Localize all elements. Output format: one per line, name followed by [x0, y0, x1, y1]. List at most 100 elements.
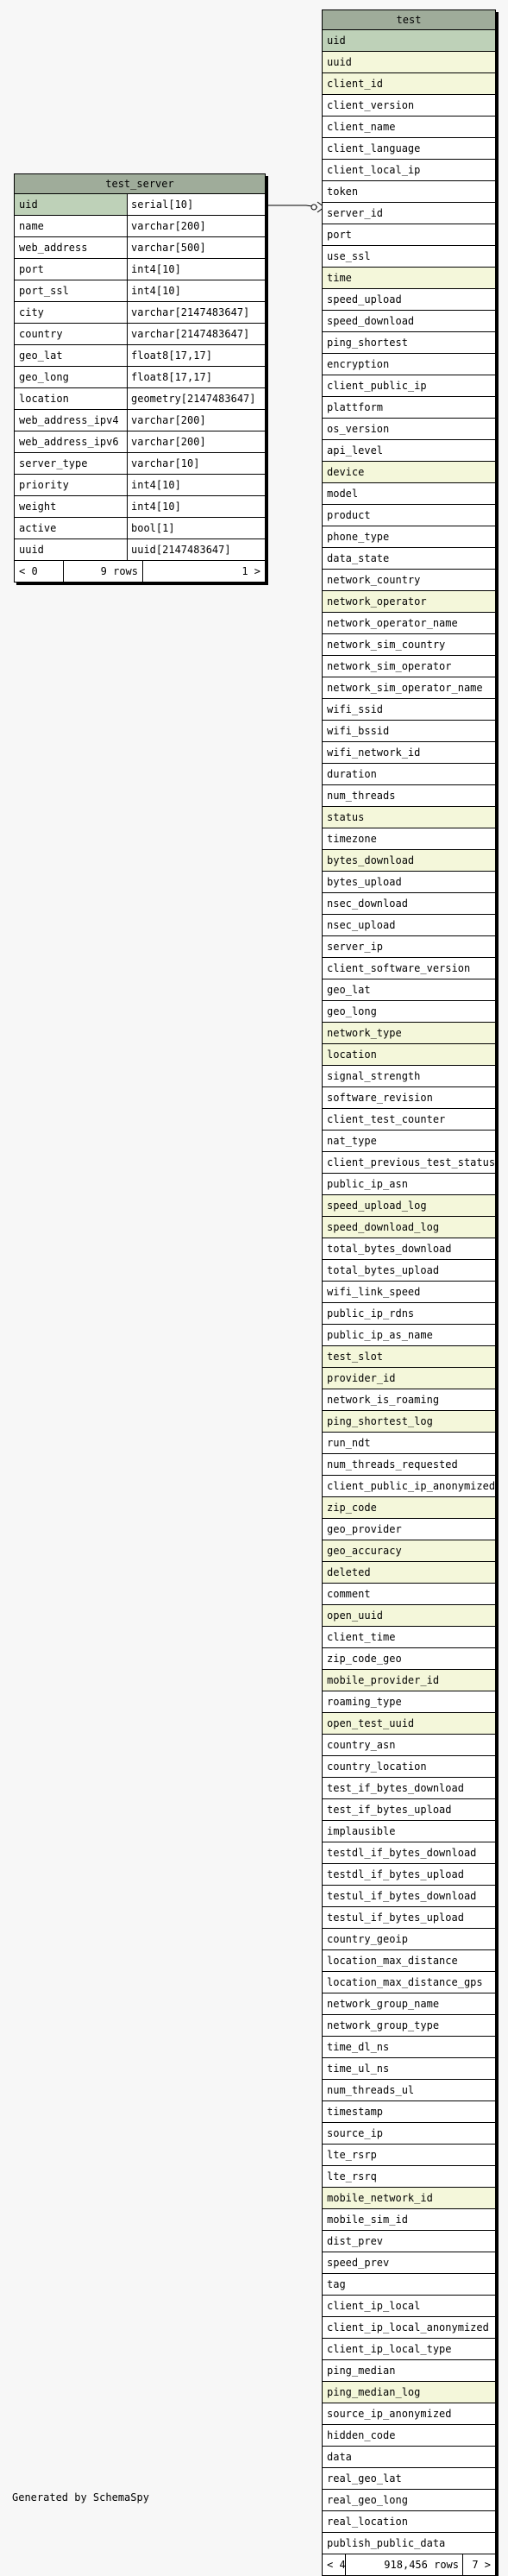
column-row[interactable]: weight int4[10]: [15, 496, 265, 518]
column-row[interactable]: geo_provider: [323, 1519, 495, 1540]
column-row[interactable]: location_max_distance_gps: [323, 1972, 495, 1993]
column-row[interactable]: city varchar[2147483647]: [15, 302, 265, 324]
column-row[interactable]: lte_rsrq: [323, 2166, 495, 2188]
column-row[interactable]: public_ip_as_name: [323, 1325, 495, 1346]
column-row[interactable]: api_level: [323, 440, 495, 462]
column-row[interactable]: ping_shortest: [323, 332, 495, 354]
column-row[interactable]: provider_id: [323, 1368, 495, 1389]
column-row[interactable]: location_max_distance: [323, 1950, 495, 1972]
column-row[interactable]: ping_median_log: [323, 2382, 495, 2403]
table-title[interactable]: test: [323, 10, 495, 30]
column-row[interactable]: speed_download: [323, 311, 495, 332]
column-row[interactable]: public_ip_asn: [323, 1174, 495, 1195]
column-row[interactable]: num_threads_ul: [323, 2080, 495, 2101]
column-row[interactable]: mobile_sim_id: [323, 2209, 495, 2231]
column-row[interactable]: wifi_bssid: [323, 721, 495, 742]
column-row[interactable]: client_local_ip: [323, 160, 495, 181]
column-row[interactable]: network_operator_name: [323, 613, 495, 634]
column-row[interactable]: ping_median: [323, 2360, 495, 2382]
column-row[interactable]: wifi_link_speed: [323, 1282, 495, 1303]
column-row[interactable]: hidden_code: [323, 2425, 495, 2447]
column-row[interactable]: web_address varchar[500]: [15, 237, 265, 259]
column-row[interactable]: client_software_version: [323, 958, 495, 979]
column-row[interactable]: duration: [323, 764, 495, 785]
column-row[interactable]: client_id: [323, 73, 495, 95]
column-row[interactable]: client_public_ip_anonymized: [323, 1476, 495, 1497]
column-row[interactable]: nsec_download: [323, 893, 495, 915]
column-row[interactable]: public_ip_rdns: [323, 1303, 495, 1325]
table-test-server[interactable]: test_server uid serial[10] name varchar[200…: [14, 173, 266, 583]
column-row[interactable]: timezone: [323, 828, 495, 850]
column-row[interactable]: wifi_ssid: [323, 699, 495, 721]
column-row[interactable]: uid serial[10]: [15, 194, 265, 216]
column-row[interactable]: implausible: [323, 1821, 495, 1842]
column-row[interactable]: mobile_network_id: [323, 2188, 495, 2209]
column-row[interactable]: testdl_if_bytes_upload: [323, 1864, 495, 1886]
column-row[interactable]: data_state: [323, 548, 495, 570]
column-row[interactable]: use_ssl: [323, 246, 495, 268]
column-row[interactable]: web_address_ipv4 varchar[200]: [15, 410, 265, 431]
column-row[interactable]: active bool[1]: [15, 518, 265, 539]
column-row[interactable]: client_version: [323, 95, 495, 117]
column-row[interactable]: network_sim_country: [323, 634, 495, 656]
column-row[interactable]: network_country: [323, 570, 495, 591]
column-row[interactable]: source_ip: [323, 2123, 495, 2145]
column-row[interactable]: speed_upload_log: [323, 1195, 495, 1217]
column-row[interactable]: phone_type: [323, 526, 495, 548]
column-row[interactable]: ping_shortest_log: [323, 1411, 495, 1433]
column-row[interactable]: country_geoip: [323, 1929, 495, 1950]
column-row[interactable]: mobile_provider_id: [323, 1670, 495, 1691]
footer-children-count[interactable]: 7 >: [472, 2554, 491, 2575]
column-row[interactable]: bytes_upload: [323, 872, 495, 893]
column-row[interactable]: encryption: [323, 354, 495, 375]
column-row[interactable]: network_sim_operator_name: [323, 677, 495, 699]
column-row[interactable]: zip_code: [323, 1497, 495, 1519]
column-row[interactable]: network_group_name: [323, 1993, 495, 2015]
column-row[interactable]: testul_if_bytes_upload: [323, 1907, 495, 1929]
column-row[interactable]: total_bytes_upload: [323, 1260, 495, 1282]
footer-parents-count[interactable]: < 0: [19, 561, 38, 582]
column-row[interactable]: test_if_bytes_download: [323, 1778, 495, 1799]
column-row[interactable]: token: [323, 181, 495, 203]
column-row[interactable]: location: [323, 1044, 495, 1066]
footer-children-count[interactable]: 1 >: [241, 561, 260, 582]
column-row[interactable]: publish_public_data: [323, 2533, 495, 2554]
column-row[interactable]: name varchar[200]: [15, 216, 265, 237]
column-row[interactable]: network_type: [323, 1023, 495, 1044]
column-row[interactable]: plattform: [323, 397, 495, 419]
column-row[interactable]: client_ip_local_type: [323, 2339, 495, 2360]
column-row[interactable]: location geometry[2147483647]: [15, 388, 265, 410]
column-row[interactable]: device: [323, 462, 495, 483]
column-row[interactable]: dist_prev: [323, 2231, 495, 2252]
column-row[interactable]: network_sim_operator: [323, 656, 495, 677]
column-row[interactable]: bytes_download: [323, 850, 495, 872]
column-row[interactable]: test_if_bytes_upload: [323, 1799, 495, 1821]
column-row[interactable]: country_location: [323, 1756, 495, 1778]
column-row[interactable]: software_revision: [323, 1087, 495, 1109]
column-row[interactable]: port int4[10]: [15, 259, 265, 280]
table-title[interactable]: test_server: [15, 174, 265, 194]
column-row[interactable]: time_ul_ns: [323, 2058, 495, 2080]
column-row[interactable]: tag: [323, 2274, 495, 2296]
column-row[interactable]: port: [323, 224, 495, 246]
column-row[interactable]: client_previous_test_status: [323, 1152, 495, 1174]
column-row[interactable]: total_bytes_download: [323, 1238, 495, 1260]
column-row[interactable]: geo_lat: [323, 979, 495, 1001]
column-row[interactable]: nat_type: [323, 1131, 495, 1152]
column-row[interactable]: wifi_network_id: [323, 742, 495, 764]
column-row[interactable]: country_asn: [323, 1735, 495, 1756]
column-row[interactable]: client_language: [323, 138, 495, 160]
column-row[interactable]: num_threads: [323, 785, 495, 807]
column-row[interactable]: deleted: [323, 1562, 495, 1584]
column-row[interactable]: client_name: [323, 117, 495, 138]
column-row[interactable]: nsec_upload: [323, 915, 495, 936]
column-row[interactable]: network_group_type: [323, 2015, 495, 2037]
column-row[interactable]: client_time: [323, 1627, 495, 1648]
column-row[interactable]: server_ip: [323, 936, 495, 958]
column-row[interactable]: run_ndt: [323, 1433, 495, 1454]
column-row[interactable]: real_geo_long: [323, 2490, 495, 2511]
column-row[interactable]: client_test_counter: [323, 1109, 495, 1131]
column-row[interactable]: uuid uuid[2147483647]: [15, 539, 265, 561]
column-row[interactable]: network_is_roaming: [323, 1389, 495, 1411]
column-row[interactable]: num_threads_requested: [323, 1454, 495, 1476]
